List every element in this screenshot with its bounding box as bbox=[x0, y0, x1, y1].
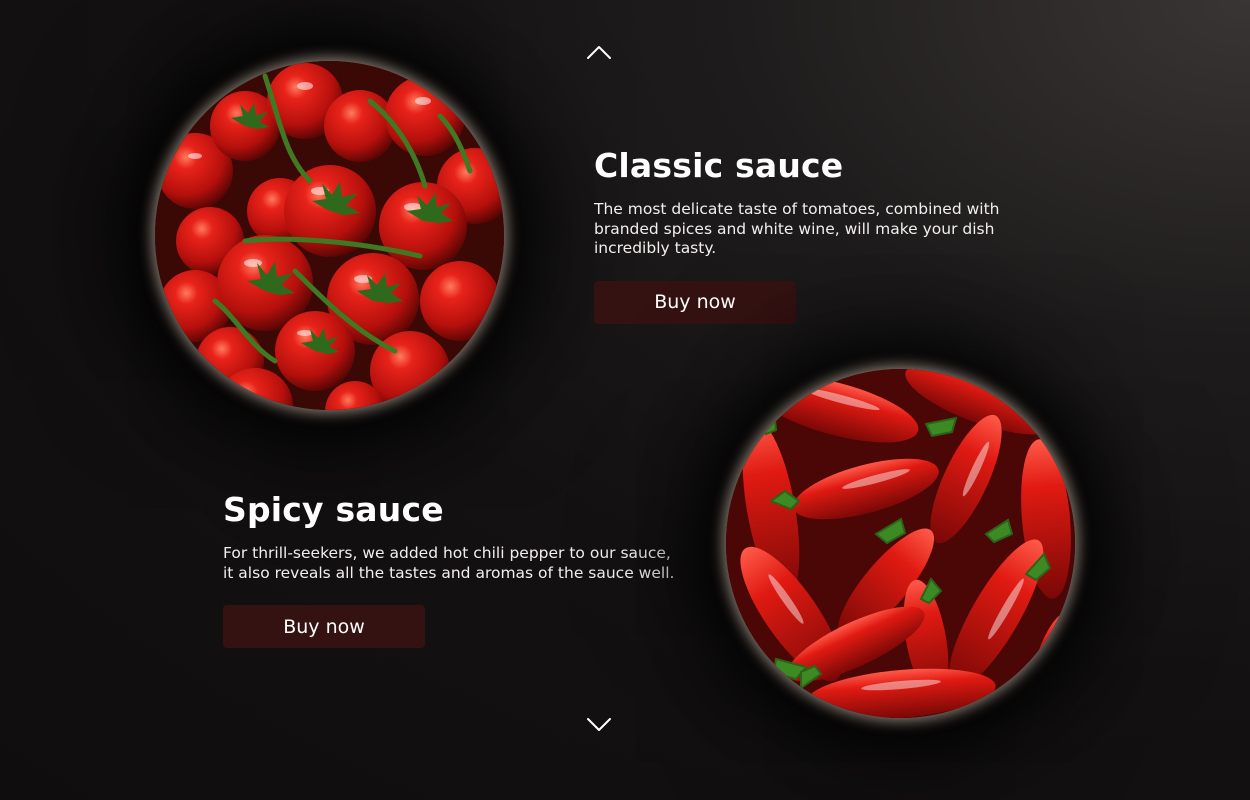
spicy-sauce-block: Spicy sauce For thrill-seekers, we added… bbox=[223, 490, 683, 648]
chevron-up-icon[interactable] bbox=[587, 44, 611, 60]
buy-now-button[interactable]: Buy now bbox=[223, 605, 425, 648]
product-title: Spicy sauce bbox=[223, 490, 444, 529]
chili-peppers-image bbox=[726, 369, 1075, 718]
product-description: For thrill-seekers, we added hot chili p… bbox=[223, 544, 675, 582]
classic-sauce-block: Classic sauce The most delicate taste of… bbox=[594, 146, 1014, 324]
product-title: Classic sauce bbox=[594, 146, 844, 185]
tomatoes-image bbox=[155, 61, 504, 410]
product-description: The most delicate taste of tomatoes, com… bbox=[594, 200, 1000, 257]
chevron-down-icon[interactable] bbox=[587, 717, 611, 733]
product-slider: Classic sauce The most delicate taste of… bbox=[0, 0, 1250, 800]
buy-now-button[interactable]: Buy now bbox=[594, 280, 796, 324]
